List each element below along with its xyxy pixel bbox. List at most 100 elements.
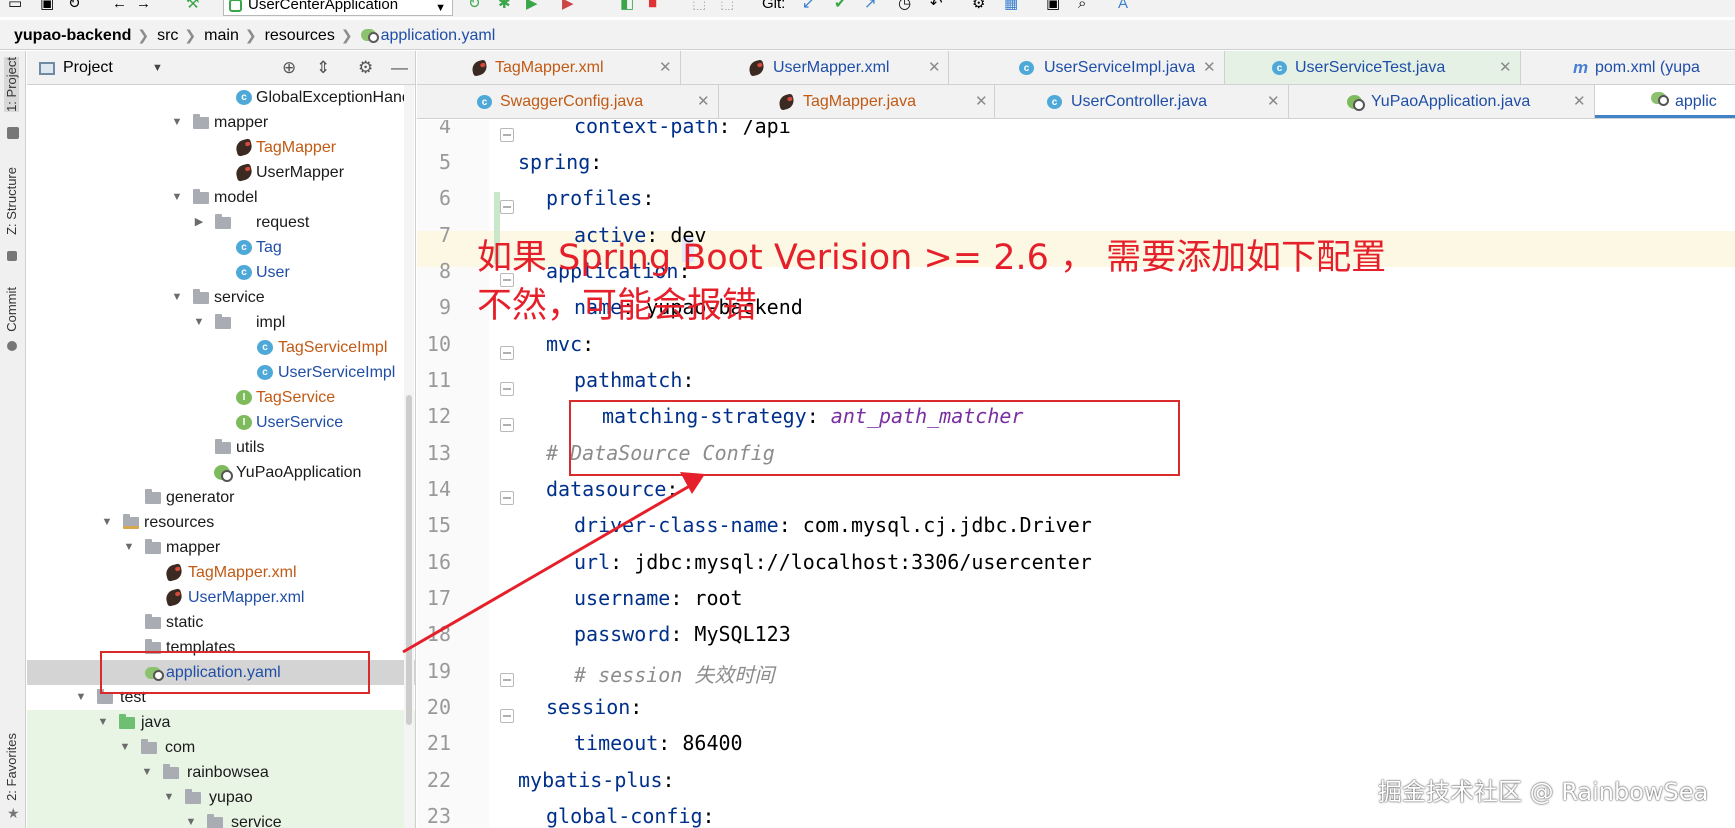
- tab-commit-tool[interactable]: Commit: [4, 287, 19, 332]
- chevron-right-icon[interactable]: ▶: [193, 210, 205, 235]
- chevron-down-icon[interactable]: ▼: [75, 685, 87, 710]
- tree-item[interactable]: c UserServiceImpl: [27, 360, 415, 385]
- tree-item[interactable]: ▼ com: [27, 735, 415, 760]
- fold-marker-icon[interactable]: [500, 418, 514, 432]
- chevron-down-icon[interactable]: ▼: [152, 51, 163, 85]
- breadcrumb-project[interactable]: yupao-backend: [14, 21, 131, 51]
- run-configuration-select[interactable]: UserCenterApplication ▼: [223, 0, 453, 16]
- project-panel-title[interactable]: Project: [63, 51, 113, 85]
- tree-item[interactable]: YuPaoApplication: [27, 460, 415, 485]
- close-icon[interactable]: ✕: [697, 85, 710, 118]
- tab-application-yaml[interactable]: applic: [1595, 85, 1735, 118]
- rerun-icon[interactable]: ↻: [468, 0, 481, 12]
- profile-icon[interactable]: ▶: [562, 0, 574, 12]
- run-coverage-icon[interactable]: ▶: [526, 0, 538, 12]
- breadcrumb-main[interactable]: main: [204, 21, 239, 51]
- close-icon[interactable]: ✕: [1573, 85, 1586, 118]
- forward-icon[interactable]: →: [136, 0, 151, 12]
- breadcrumb-src[interactable]: src: [157, 21, 178, 51]
- fold-marker-icon[interactable]: [500, 382, 514, 396]
- tab-usermapper-xml[interactable]: UserMapper.xml ✕: [681, 51, 949, 84]
- tree-item[interactable]: I UserService: [27, 410, 415, 435]
- gear-icon[interactable]: ⚙: [358, 51, 373, 85]
- tree-item[interactable]: c GlobalExceptionHandl: [27, 85, 415, 110]
- tree-item[interactable]: ▼ service: [27, 285, 415, 310]
- stop-icon[interactable]: ■: [648, 0, 657, 12]
- chevron-down-icon[interactable]: ▼: [101, 510, 113, 535]
- tree-item[interactable]: c Tag: [27, 235, 415, 260]
- tab-favorites-tool[interactable]: 2: Favorites: [4, 733, 19, 801]
- tree-item[interactable]: ▶ request: [27, 210, 415, 235]
- chevron-down-icon[interactable]: ▼: [185, 810, 197, 828]
- open-icon[interactable]: ▭: [8, 0, 22, 12]
- chevron-down-icon[interactable]: ▼: [97, 710, 109, 735]
- chevron-down-icon[interactable]: ▼: [171, 110, 183, 135]
- tab-userserviceimpl[interactable]: c UserServiceImpl.java ✕: [949, 51, 1225, 84]
- close-icon[interactable]: ✕: [1499, 51, 1512, 84]
- history-icon[interactable]: ◷: [898, 0, 911, 12]
- git-commit-icon[interactable]: ✔: [834, 0, 847, 12]
- tree-item[interactable]: UserMapper.xml: [27, 585, 415, 610]
- fold-marker-icon[interactable]: [500, 200, 514, 214]
- fold-marker-icon[interactable]: [500, 346, 514, 360]
- tree-item[interactable]: c TagServiceImpl: [27, 335, 415, 360]
- chevron-down-icon[interactable]: ▼: [193, 310, 205, 335]
- terminal-icon[interactable]: ▣: [1046, 0, 1060, 12]
- git-push-icon[interactable]: ↗: [864, 0, 877, 12]
- tree-item[interactable]: ▼ service: [27, 810, 415, 828]
- close-icon[interactable]: ✕: [659, 51, 672, 84]
- hide-icon[interactable]: —: [391, 51, 408, 85]
- back-icon[interactable]: ←: [112, 0, 127, 12]
- locate-icon[interactable]: ⊕: [282, 51, 296, 85]
- translate-icon[interactable]: A: [1118, 0, 1128, 12]
- search-icon[interactable]: ⌕: [1078, 0, 1086, 12]
- close-icon[interactable]: ✕: [975, 85, 988, 118]
- tab-usercontroller[interactable]: c UserController.java ✕: [995, 85, 1289, 118]
- fold-marker-icon[interactable]: [500, 491, 514, 505]
- rollback-icon[interactable]: ↶: [930, 0, 943, 12]
- scrollbar-thumb[interactable]: [406, 395, 412, 725]
- chevron-down-icon[interactable]: ▼: [119, 735, 131, 760]
- build-icon[interactable]: ⚒: [186, 0, 199, 12]
- tree-item[interactable]: I TagService: [27, 385, 415, 410]
- tab-userservicetest[interactable]: c UserServiceTest.java ✕: [1225, 51, 1521, 84]
- tab-project-tool[interactable]: 1: Project: [4, 57, 19, 112]
- collapse-all-icon[interactable]: ⇕: [316, 51, 330, 85]
- tab-tagmapper-xml[interactable]: TagMapper.xml ✕: [417, 51, 681, 84]
- breadcrumb-resources[interactable]: resources: [265, 21, 335, 51]
- save-icon[interactable]: ▣: [40, 0, 54, 12]
- tree-item[interactable]: utils: [27, 435, 415, 460]
- chevron-down-icon[interactable]: ▼: [163, 785, 175, 810]
- tree-item[interactable]: ▼ impl: [27, 310, 415, 335]
- tree-item[interactable]: ▼ resources: [27, 510, 415, 535]
- tree-item[interactable]: TagMapper: [27, 135, 415, 160]
- vcs-push-icon[interactable]: ⬚: [720, 0, 734, 12]
- tab-structure-tool[interactable]: Z: Structure: [4, 167, 19, 235]
- tree-item[interactable]: ▼ model: [27, 185, 415, 210]
- fold-marker-icon[interactable]: [500, 128, 514, 142]
- close-icon[interactable]: ✕: [1203, 51, 1216, 84]
- tab-yupaoapplication[interactable]: YuPaoApplication.java ✕: [1289, 85, 1595, 118]
- git-update-icon[interactable]: ↙: [802, 0, 815, 12]
- breadcrumb-file[interactable]: application.yaml: [381, 21, 496, 51]
- fold-marker-icon[interactable]: [500, 709, 514, 723]
- fold-marker-icon[interactable]: [500, 673, 514, 687]
- project-structure-icon[interactable]: ▦: [1004, 0, 1018, 12]
- vcs-update-icon[interactable]: ⬚: [692, 0, 706, 12]
- chevron-down-icon[interactable]: ▼: [171, 185, 183, 210]
- tree-item[interactable]: ▼ rainbowsea: [27, 760, 415, 785]
- debug-icon[interactable]: ✱: [498, 0, 511, 12]
- tree-item[interactable]: c User: [27, 260, 415, 285]
- project-panel-scrollbar[interactable]: [404, 85, 414, 828]
- close-icon[interactable]: ✕: [1267, 85, 1280, 118]
- tree-item[interactable]: static: [27, 610, 415, 635]
- chevron-down-icon[interactable]: ▼: [171, 285, 183, 310]
- tree-item[interactable]: ▼ yupao: [27, 785, 415, 810]
- tree-item[interactable]: UserMapper: [27, 160, 415, 185]
- tree-item[interactable]: ▼ java: [27, 710, 415, 735]
- tab-swaggerconfig[interactable]: c SwaggerConfig.java ✕: [417, 85, 719, 118]
- tree-item[interactable]: TagMapper.xml: [27, 560, 415, 585]
- tab-tagmapper-java[interactable]: TagMapper.java ✕: [719, 85, 995, 118]
- tree-item[interactable]: generator: [27, 485, 415, 510]
- chevron-down-icon[interactable]: ▼: [141, 760, 153, 785]
